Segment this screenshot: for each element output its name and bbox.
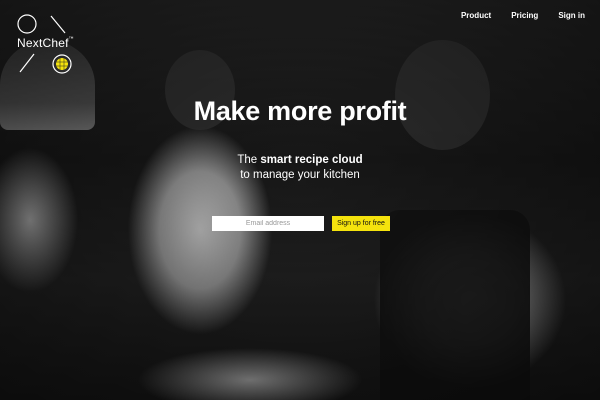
hero-tagline: The smart recipe cloud to manage your ki… (237, 154, 363, 181)
signup-form: Sign up for free (212, 216, 390, 231)
nav-signin-link[interactable]: Sign in (558, 11, 585, 20)
page-headline: Make more profit (193, 96, 407, 126)
email-field[interactable] (212, 216, 324, 231)
background-overlay (0, 0, 600, 400)
nav-pricing-link[interactable]: Pricing (511, 11, 538, 20)
signup-button[interactable]: Sign up for free (332, 216, 390, 231)
nav-product-link[interactable]: Product (461, 11, 491, 20)
tagline-highlight: smart recipe cloud (260, 154, 363, 166)
top-nav: Product Pricing Sign in (441, 11, 585, 20)
hero-background: NextChef™ Product Pricing Sign in Make m… (0, 0, 600, 400)
brand-name: NextChef™ (17, 36, 74, 50)
nextchef-logo[interactable]: NextChef™ (17, 14, 77, 78)
